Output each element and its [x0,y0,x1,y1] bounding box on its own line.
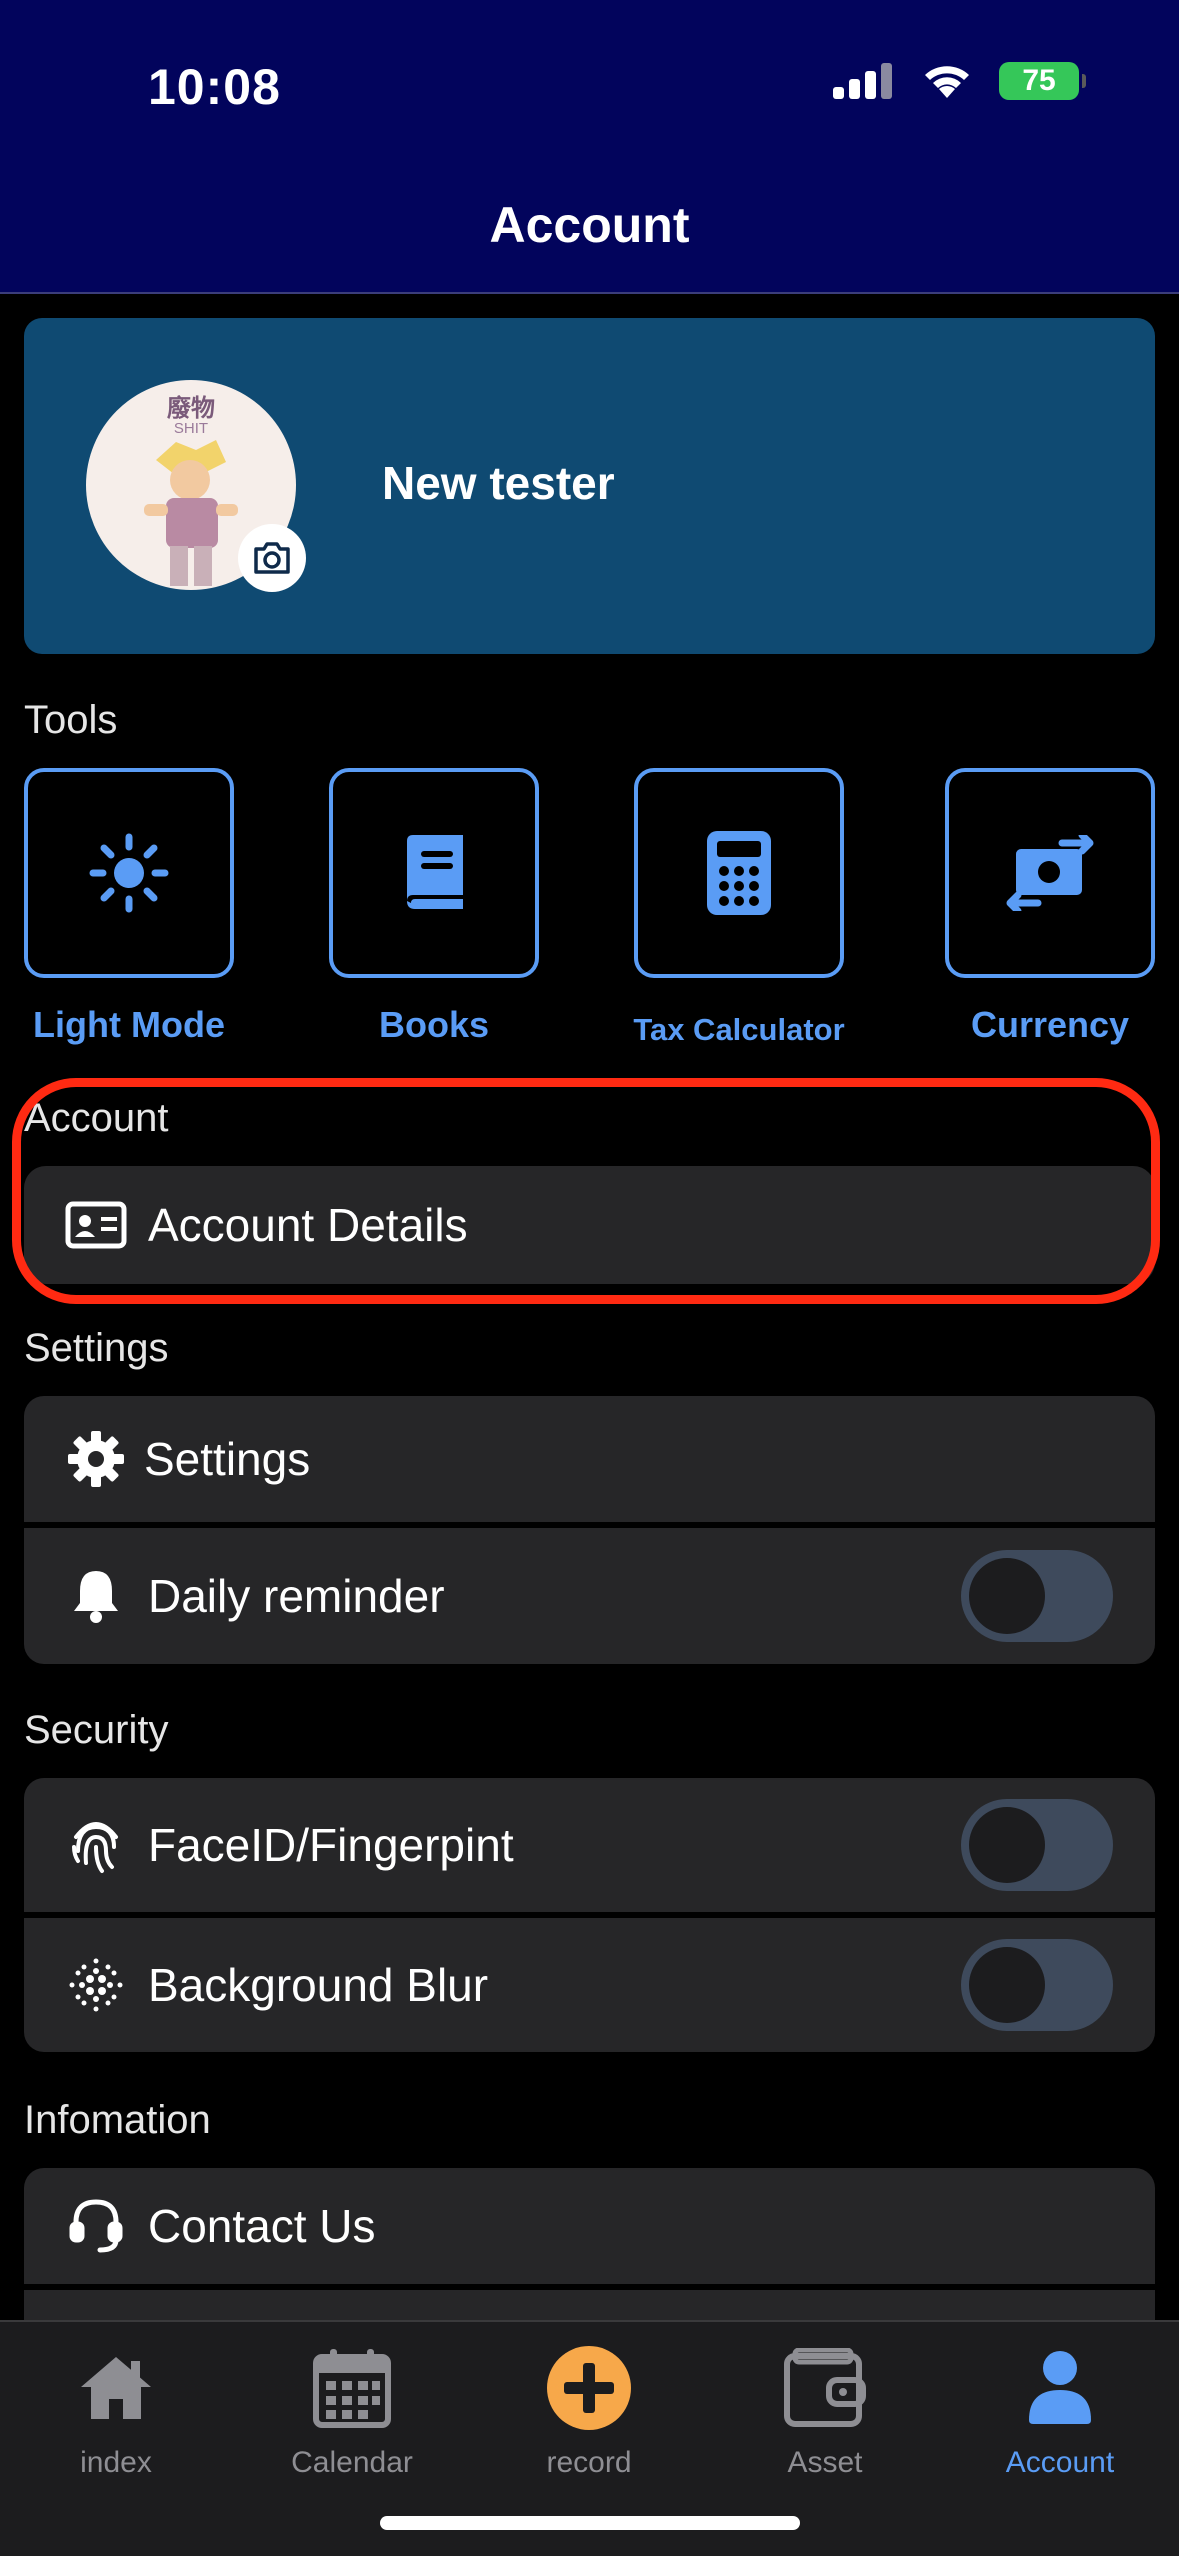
currency-exchange-icon [1006,835,1094,911]
blur-dots-icon [64,1953,128,2017]
faceid-toggle[interactable] [961,1799,1113,1891]
daily-reminder-toggle[interactable] [961,1550,1113,1642]
contact-us-label: Contact Us [148,2200,376,2252]
daily-reminder-label: Daily reminder [148,1570,445,1622]
tool-tax-calculator-button[interactable] [634,768,844,978]
highlight-annotation [12,1078,1160,1304]
home-icon [79,2340,153,2436]
sun-icon [89,833,169,913]
profile-card[interactable]: 廢物 SHIT New tester [24,318,1155,654]
top-header: 10:08 75 Account [0,0,1179,294]
section-label-security: Security [24,1708,169,1752]
fingerprint-icon [64,1813,128,1877]
gear-icon [64,1427,128,1491]
tab-asset[interactable]: Asset [725,2340,925,2490]
bell-icon [64,1564,128,1628]
user-icon [1027,2340,1093,2436]
cellular-signal-icon [833,63,892,99]
tool-currency-button[interactable] [945,768,1155,978]
wifi-icon [925,66,969,98]
contact-us-row[interactable]: Contact Us [24,2168,1155,2284]
tool-label-currency: Currency [970,1004,1130,1045]
background-blur-label: Background Blur [148,1959,489,2011]
tab-label-asset: Asset [787,2446,863,2479]
tab-index[interactable]: index [16,2340,216,2490]
background-blur-row: Background Blur [24,1918,1155,2052]
faceid-row: FaceID/Fingerpint [24,1778,1155,1912]
tab-calendar[interactable]: Calendar [252,2340,452,2490]
tool-label-tax-calculator: Tax Calculator [633,1012,845,1047]
battery-level: 75 [1022,64,1056,97]
tool-light-mode-button[interactable] [24,768,234,978]
camera-icon [254,542,290,574]
calculator-icon [707,831,771,915]
page-title: Account [489,197,690,253]
plus-circle-icon [546,2340,632,2436]
background-blur-toggle[interactable] [961,1939,1113,2031]
section-label-settings: Settings [24,1326,169,1370]
tab-label-index: index [80,2446,152,2479]
home-indicator [380,2516,800,2530]
calendar-icon [312,2340,392,2436]
settings-row[interactable]: Settings [24,1396,1155,1522]
tab-account[interactable]: Account [960,2340,1160,2490]
tab-label-calendar: Calendar [291,2446,413,2479]
book-icon [407,835,463,909]
tool-books-button[interactable] [329,768,539,978]
tab-label-record: record [546,2446,632,2479]
section-label-tools: Tools [24,698,118,742]
change-photo-button[interactable] [238,524,306,592]
section-label-information: Infomation [24,2098,211,2142]
tool-label-books: Books [378,1004,490,1045]
status-time: 10:08 [148,59,281,115]
faceid-label: FaceID/Fingerpint [148,1819,514,1871]
tool-label-light-mode: Light Mode [33,1004,225,1045]
status-indicators: 75 [833,62,1086,100]
tab-record[interactable]: record [489,2340,689,2490]
wallet-icon [783,2340,867,2436]
daily-reminder-row: Daily reminder [24,1528,1155,1664]
profile-name: New tester [382,457,615,509]
tab-label-account: Account [1005,2446,1115,2479]
settings-label: Settings [144,1433,311,1485]
battery-icon: 75 [999,62,1086,100]
headset-icon [64,2194,128,2258]
